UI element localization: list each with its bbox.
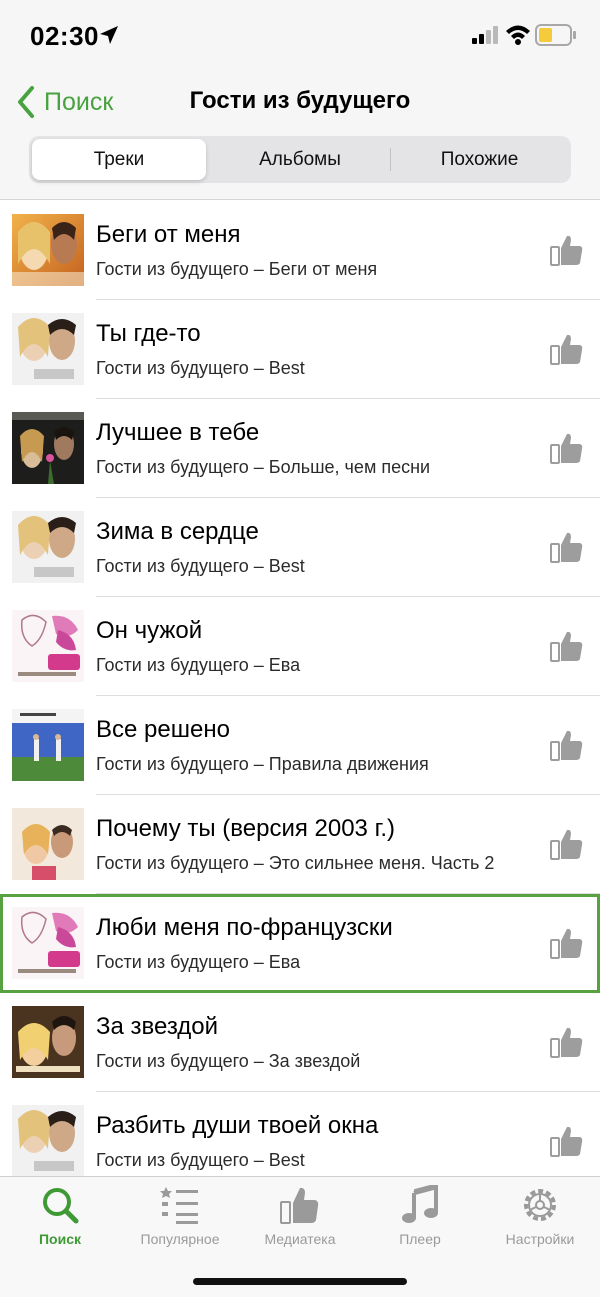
tab-popular[interactable]: Популярное	[120, 1185, 240, 1255]
track-title: Зима в сердце	[96, 518, 259, 545]
track-row[interactable]: Беги от меня Гости из будущего – Беги от…	[0, 201, 600, 300]
segment-tracks[interactable]: Треки	[32, 139, 206, 180]
track-subtitle: Гости из будущего – Best	[96, 1150, 305, 1170]
list-icon	[160, 1187, 198, 1224]
segment-albums[interactable]: Альбомы	[210, 139, 390, 180]
thumbs-up-icon[interactable]	[550, 629, 584, 663]
tab-label: Поиск	[38, 1231, 81, 1247]
track-title: Ты где-то	[96, 320, 201, 347]
thumbs-up-icon[interactable]	[550, 1025, 584, 1059]
location-arrow-icon	[100, 26, 118, 44]
album-cover-image	[12, 412, 84, 484]
album-cover-image	[12, 313, 84, 385]
track-subtitle: Гости из будущего – За звездой	[96, 1051, 361, 1071]
album-cover-image	[12, 610, 84, 682]
album-cover-image	[12, 1006, 84, 1078]
thumbs-up-icon	[280, 1187, 319, 1224]
album-cover-image	[12, 907, 84, 979]
wifi-icon	[506, 25, 530, 45]
thumbs-up-icon[interactable]	[550, 926, 584, 960]
track-title: Беги от меня	[96, 221, 241, 248]
track-title: Все решено	[96, 716, 230, 743]
track-title: За звездой	[96, 1013, 219, 1040]
album-cover-image	[12, 1105, 84, 1176]
segmented-control: Треки Альбомы Похожие	[29, 136, 571, 183]
album-cover-image	[12, 214, 84, 286]
header-area: 02:30 Поиск Гости из будущего Треки Альб…	[0, 0, 600, 200]
track-subtitle: Гости из будущего – Ева	[96, 655, 301, 675]
track-subtitle: Гости из будущего – Беги от меня	[96, 259, 378, 279]
track-title: Он чужой	[96, 617, 203, 644]
track-title: Почему ты (версия 2003 г.)	[96, 815, 396, 842]
tab-library[interactable]: Медиатека	[240, 1185, 360, 1255]
thumbs-up-icon[interactable]	[550, 332, 584, 366]
battery-icon	[535, 24, 576, 46]
track-title: Лучшее в тебе	[96, 419, 260, 446]
track-row[interactable]: Все решено Гости из будущего – Правила д…	[0, 696, 600, 795]
navigation-bar: Поиск Гости из будущего	[0, 72, 600, 132]
tab-settings[interactable]: Настройки	[480, 1185, 600, 1255]
track-row[interactable]: Разбить души твоей окна Гости из будущег…	[0, 1092, 600, 1176]
track-row[interactable]: Лучшее в тебе Гости из будущего – Больше…	[0, 399, 600, 498]
page-title: Гости из будущего	[189, 87, 411, 114]
search-icon	[43, 1188, 79, 1224]
album-cover-image	[12, 808, 84, 880]
track-subtitle: Гости из будущего – Правила движения	[96, 754, 429, 774]
tab-label: Плеер	[399, 1231, 441, 1247]
gear-icon	[524, 1189, 556, 1221]
thumbs-up-icon[interactable]	[550, 530, 584, 564]
track-subtitle: Гости из будущего – Это сильнее меня. Ча…	[96, 853, 495, 873]
tab-search[interactable]: Поиск	[0, 1185, 120, 1255]
segment-similar[interactable]: Похожие	[391, 139, 568, 180]
track-row[interactable]: За звездой Гости из будущего – За звездо…	[0, 993, 600, 1092]
tab-label: Популярное	[140, 1231, 220, 1247]
thumbs-up-icon[interactable]	[550, 728, 584, 762]
track-subtitle: Гости из будущего – Больше, чем песни	[96, 457, 431, 477]
tab-bar: Поиск Популярное Медиатека Плеер Настрой…	[0, 1176, 600, 1297]
track-subtitle: Гости из будущего – Ева	[96, 952, 301, 972]
album-cover-image	[12, 709, 84, 781]
track-title: Люби меня по-французски	[96, 914, 393, 941]
tab-player[interactable]: Плеер	[360, 1185, 480, 1255]
track-subtitle: Гости из будущего – Best	[96, 556, 305, 576]
home-indicator	[193, 1278, 407, 1285]
track-row[interactable]: Ты где-то Гости из будущего – Best	[0, 300, 600, 399]
track-row[interactable]: Зима в сердце Гости из будущего – Best	[0, 498, 600, 597]
status-bar: 02:30	[0, 0, 600, 70]
track-subtitle: Гости из будущего – Best	[96, 358, 305, 378]
thumbs-up-icon[interactable]	[550, 431, 584, 465]
track-row-selected[interactable]: Люби меня по-французски Гости из будущег…	[0, 894, 600, 993]
track-row[interactable]: Почему ты (версия 2003 г.) Гости из буду…	[0, 795, 600, 894]
tab-label: Настройки	[505, 1231, 575, 1247]
signal-icon	[472, 26, 498, 44]
tab-label: Медиатека	[264, 1231, 336, 1247]
status-time: 02:30	[30, 21, 99, 51]
track-row[interactable]: Он чужой Гости из будущего – Ева	[0, 597, 600, 696]
music-note-icon	[402, 1185, 438, 1223]
thumbs-up-icon[interactable]	[550, 827, 584, 861]
album-cover-image	[12, 511, 84, 583]
thumbs-up-icon[interactable]	[550, 1124, 584, 1158]
thumbs-up-icon[interactable]	[550, 233, 584, 267]
track-title: Разбить души твоей окна	[96, 1112, 379, 1139]
track-list: Беги от меня Гости из будущего – Беги от…	[0, 201, 600, 1176]
